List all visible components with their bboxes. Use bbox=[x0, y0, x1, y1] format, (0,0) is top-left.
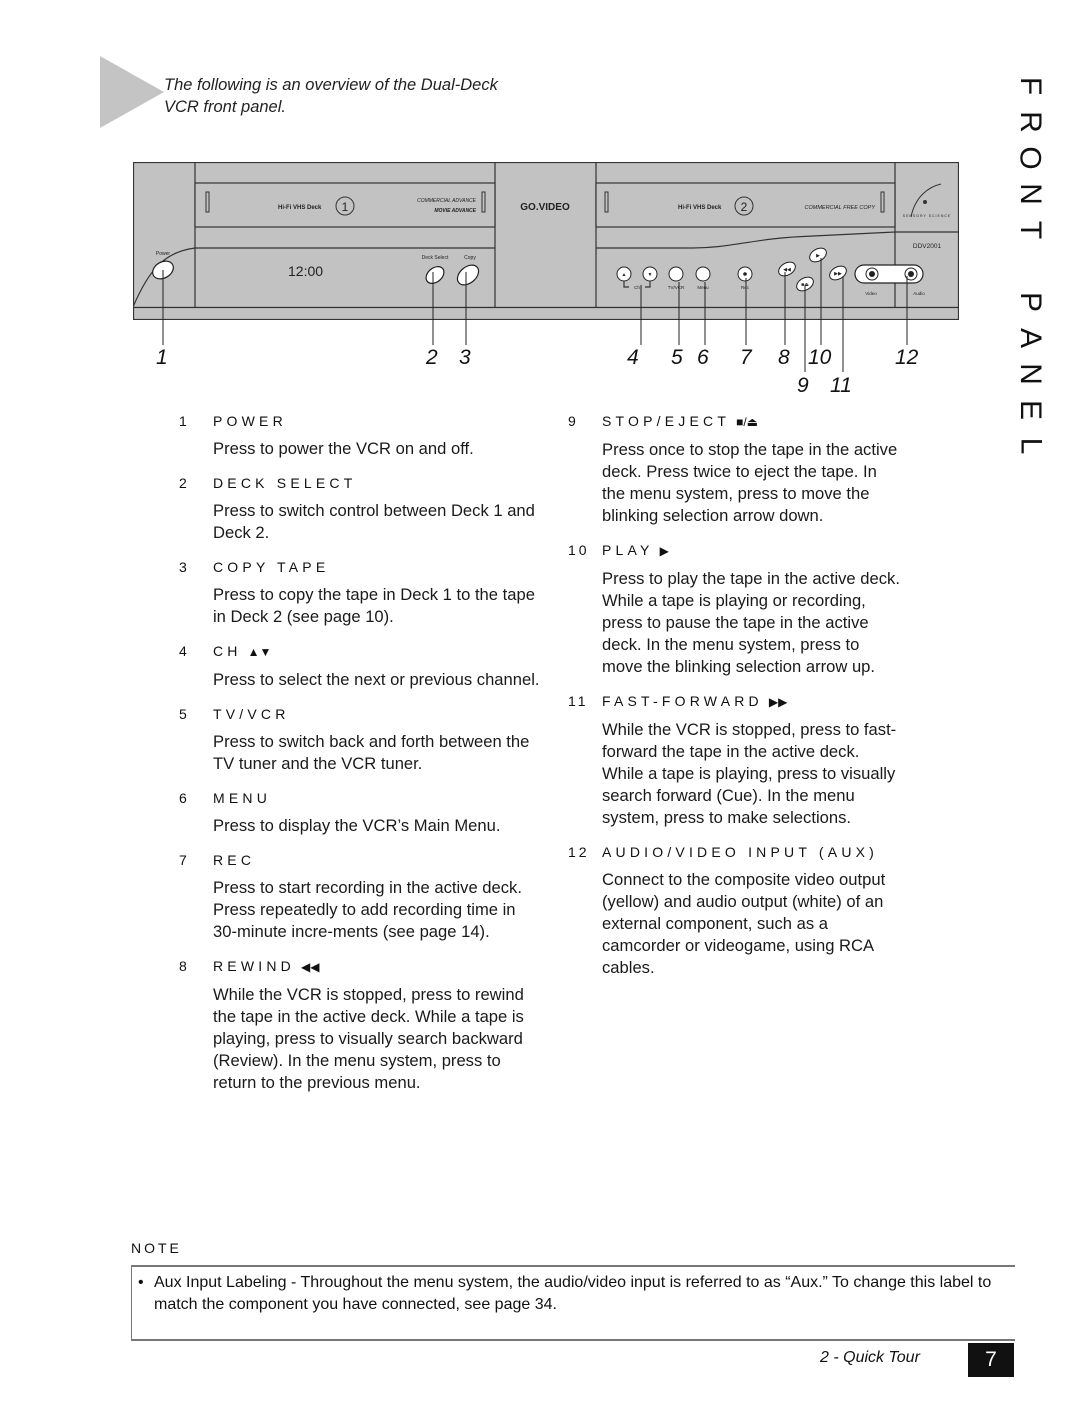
item-title-text: MENU bbox=[213, 790, 272, 806]
item-title: PLAY ▶ bbox=[602, 541, 902, 560]
control-description-item: 6 MENU Press to display the VCR’s Main Men… bbox=[179, 789, 543, 837]
callout-9: 9 bbox=[797, 374, 809, 397]
title-letter: L bbox=[1014, 437, 1047, 455]
item-title-text: DECK SELECT bbox=[213, 475, 357, 491]
item-title: AUDIO/VIDEO INPUT (AUX) bbox=[602, 843, 902, 861]
control-description-item: 3 COPY TAPE Press to copy the tape in Deck… bbox=[179, 558, 543, 628]
button-symbol-icon: ▶ bbox=[659, 544, 669, 558]
note-label: NOTE bbox=[131, 1240, 182, 1256]
callout-4: 4 bbox=[627, 346, 639, 369]
item-title: STOP/EJECT ■/⏏ bbox=[602, 412, 902, 431]
item-description: Press once to stop the tape in the activ… bbox=[602, 440, 898, 525]
control-description-item: 9 STOP/EJECT ■/⏏ Press once to stop the tap… bbox=[568, 412, 902, 527]
item-number: 5 bbox=[179, 706, 190, 722]
item-description: Press to switch back and forth between t… bbox=[213, 732, 530, 773]
item-description: Press to display the VCR’s Main Menu. bbox=[213, 816, 501, 835]
control-description-item: 5 TV/VCR Press to switch back and forth be… bbox=[179, 705, 543, 775]
item-description: While the VCR is stopped, press to rewin… bbox=[213, 985, 524, 1092]
control-description-item: 8 REWIND ◀◀ While the VCR is stopped, press… bbox=[179, 957, 543, 1094]
item-number: 11 bbox=[568, 693, 589, 709]
bullet-icon: • bbox=[138, 1274, 144, 1291]
item-description: Press to play the tape in the active dec… bbox=[602, 569, 900, 676]
item-description: Press to copy the tape in Deck 1 to the … bbox=[213, 585, 535, 626]
item-title-text: REC bbox=[213, 852, 256, 868]
item-title-text: CH bbox=[213, 643, 242, 659]
item-title: FAST-FORWARD ▶▶ bbox=[602, 692, 902, 711]
item-title-text: PLAY bbox=[602, 542, 654, 558]
page-number: 7 bbox=[968, 1343, 1014, 1377]
item-title: REWIND ◀◀ bbox=[213, 957, 543, 976]
item-title-text: REWIND bbox=[213, 958, 295, 974]
item-number: 2 bbox=[179, 475, 190, 491]
button-symbol-icon: ▲▼ bbox=[247, 645, 272, 659]
control-description-item: 12 AUDIO/VIDEO INPUT (AUX) Connect to the … bbox=[568, 843, 902, 979]
callout-2: 2 bbox=[426, 346, 438, 369]
item-number: 9 bbox=[568, 413, 579, 429]
item-description: Press to start recording in the active d… bbox=[213, 878, 522, 941]
item-title-text: COPY TAPE bbox=[213, 559, 330, 575]
item-title-text: TV/VCR bbox=[213, 706, 290, 722]
callout-7: 7 bbox=[740, 346, 752, 369]
callout-10: 10 bbox=[808, 346, 832, 369]
item-title-text: FAST-FORWARD bbox=[602, 693, 763, 709]
item-number: 6 bbox=[179, 790, 190, 806]
callout-12: 12 bbox=[895, 346, 919, 369]
item-number: 12 bbox=[568, 844, 590, 860]
control-description-item: 10 PLAY ▶ Press to play the tape in the act… bbox=[568, 541, 902, 678]
item-title: TV/VCR bbox=[213, 705, 543, 723]
control-description-item: 2 DECK SELECT Press to switch control betw… bbox=[179, 474, 543, 544]
item-number: 4 bbox=[179, 643, 190, 659]
item-title: CH ▲▼ bbox=[213, 642, 543, 661]
item-title-text: STOP/EJECT bbox=[602, 413, 731, 429]
note-text: Aux Input Labeling - Throughout the menu… bbox=[154, 1274, 992, 1313]
item-number: 3 bbox=[179, 559, 190, 575]
callout-6: 6 bbox=[697, 346, 709, 369]
item-number: 1 bbox=[179, 413, 190, 429]
item-description: Press to power the VCR on and off. bbox=[213, 439, 474, 458]
descriptions-left-column: 1 POWER Press to power the VCR on and off.… bbox=[179, 412, 543, 1108]
item-description: While the VCR is stopped, press to fast-… bbox=[602, 720, 897, 827]
footer-section-title: 2 - Quick Tour bbox=[820, 1349, 920, 1366]
item-title: COPY TAPE bbox=[213, 558, 543, 576]
control-description-item: 7 REC Press to start recording in the acti… bbox=[179, 851, 543, 943]
callout-3: 3 bbox=[459, 346, 471, 369]
control-description-item: 4 CH ▲▼ Press to select the next or previou… bbox=[179, 642, 543, 691]
button-symbol-icon: ▶▶ bbox=[768, 695, 788, 709]
item-title-text: POWER bbox=[213, 413, 287, 429]
callout-1: 1 bbox=[156, 346, 168, 369]
callout-5: 5 bbox=[671, 346, 683, 369]
item-title: REC bbox=[213, 851, 543, 869]
item-title: MENU bbox=[213, 789, 543, 807]
button-symbol-icon: ■/⏏ bbox=[736, 415, 759, 429]
control-description-item: 1 POWER Press to power the VCR on and off. bbox=[179, 412, 543, 460]
item-description: Press to switch control between Deck 1 a… bbox=[213, 501, 535, 542]
item-number: 8 bbox=[179, 958, 190, 974]
item-number: 7 bbox=[179, 852, 190, 868]
callout-11: 11 bbox=[830, 374, 852, 397]
item-number: 10 bbox=[568, 542, 590, 558]
note-box: • Aux Input Labeling - Throughout the me… bbox=[131, 1265, 1015, 1341]
descriptions-right-column: 9 STOP/EJECT ■/⏏ Press once to stop the tap… bbox=[568, 412, 902, 993]
callout-8: 8 bbox=[778, 346, 790, 369]
title-letter: E bbox=[1013, 399, 1047, 421]
control-description-item: 11 FAST-FORWARD ▶▶ While the VCR is stopped… bbox=[568, 692, 902, 829]
item-title-text: AUDIO/VIDEO INPUT (AUX) bbox=[602, 844, 879, 860]
item-title: DECK SELECT bbox=[213, 474, 543, 492]
item-description: Press to select the next or previous cha… bbox=[213, 670, 540, 689]
item-description: Connect to the composite video output (y… bbox=[602, 870, 886, 977]
button-symbol-icon: ◀◀ bbox=[300, 960, 320, 974]
item-title: POWER bbox=[213, 412, 543, 430]
callout-lines bbox=[162, 258, 908, 372]
